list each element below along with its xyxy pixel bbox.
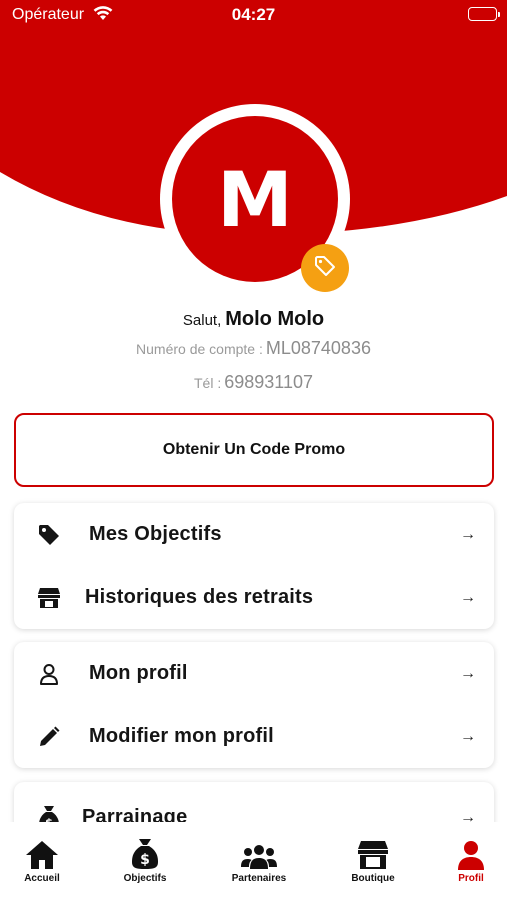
phone-label: Tél : [194, 375, 222, 391]
tab-boutique[interactable]: Boutique [328, 838, 418, 884]
battery-icon [468, 7, 500, 21]
menu-label: Mes Objectifs [89, 523, 222, 545]
tag-icon [313, 254, 337, 283]
tab-bar: Accueil $ Objectifs Partenaires Boutique… [0, 822, 507, 900]
avatar-initial: M [217, 154, 293, 244]
phone-line: Tél :698931107 [0, 372, 507, 393]
tab-label: Accueil [24, 873, 60, 884]
menu-item-mes-objectifs[interactable]: Mes Objectifs → [14, 503, 494, 566]
money-bag-icon: $ [100, 838, 190, 870]
status-bar: Opérateur 04:27 [0, 0, 507, 32]
greeting: Salut, Molo Molo [0, 308, 507, 331]
pencil-icon [36, 724, 62, 750]
arrow-right-icon: → [460, 727, 476, 745]
menu-label: Modifier mon profil [89, 725, 274, 747]
arrow-right-icon: → [460, 664, 476, 682]
user-name: Molo Molo [225, 308, 325, 330]
tab-label: Objectifs [123, 873, 167, 884]
store-icon [328, 838, 418, 870]
tab-label: Boutique [351, 873, 395, 884]
phone-number: 698931107 [224, 372, 313, 392]
user-icon [426, 838, 507, 870]
tab-objectifs[interactable]: $ Objectifs [100, 838, 190, 884]
menu-card-profile: Mon profil → Modifier mon profil → [14, 642, 494, 768]
greeting-prefix: Salut, [182, 312, 222, 329]
tab-partenaires[interactable]: Partenaires [214, 838, 304, 884]
store-icon [36, 585, 62, 611]
svg-text:$: $ [140, 852, 150, 868]
menu-item-mon-profil[interactable]: Mon profil → [14, 642, 494, 705]
arrow-right-icon: → [460, 588, 476, 606]
tab-profil[interactable]: Profil [426, 838, 507, 884]
account-number: ML08740836 [265, 338, 371, 358]
users-icon [214, 838, 304, 870]
menu-label: Historiques des retraits [85, 586, 314, 608]
tab-label: Profil [458, 873, 484, 884]
promo-badge[interactable] [301, 244, 349, 292]
arrow-right-icon: → [460, 525, 476, 543]
promo-button-label: Obtenir Un Code Promo [162, 441, 346, 458]
status-time: 04:27 [231, 5, 276, 24]
home-icon [0, 838, 87, 870]
menu-item-historiques-retraits[interactable]: Historiques des retraits → [14, 566, 494, 629]
menu-card-goals: Mes Objectifs → Historiques des retraits… [14, 503, 494, 629]
tag-icon [36, 522, 62, 548]
menu-label: Mon profil [89, 662, 188, 684]
account-label: Numéro de compte : [136, 341, 263, 357]
account-number-line: Numéro de compte : ML08740836 [0, 338, 507, 359]
tab-label: Partenaires [231, 873, 287, 884]
tab-accueil[interactable]: Accueil [0, 838, 87, 884]
get-promo-code-button[interactable]: Obtenir Un Code Promo [14, 413, 494, 487]
menu-item-modifier-profil[interactable]: Modifier mon profil → [14, 705, 494, 768]
user-icon [36, 661, 62, 687]
